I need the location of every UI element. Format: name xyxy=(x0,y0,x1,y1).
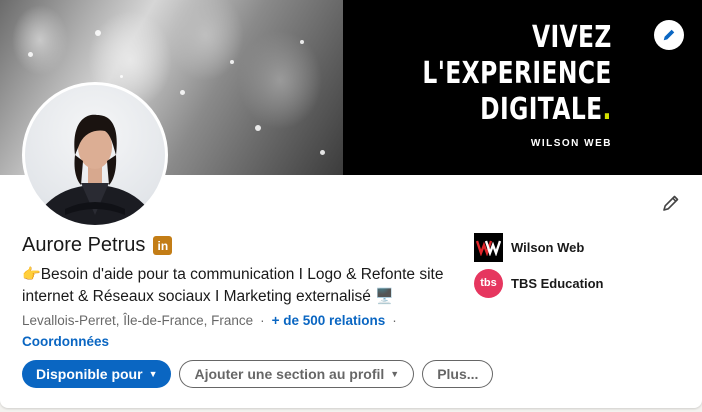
banner-brand: WILSON WEB xyxy=(530,138,612,149)
org-item-tbs-education[interactable]: tbs TBS Education xyxy=(474,268,603,298)
banner-line-2: L'EXPERIENCE xyxy=(422,56,612,91)
more-button[interactable]: Plus... xyxy=(422,360,494,388)
org-item-wilson-web[interactable]: Wilson Web xyxy=(474,232,603,262)
profile-card: VIVEZ L'EXPERIENCE DIGITALE. WILSON WEB xyxy=(0,0,702,408)
banner-line-3: DIGITALE xyxy=(480,92,603,127)
org-name: TBS Education xyxy=(511,275,604,291)
separator-dot: · xyxy=(260,313,265,328)
profile-headline: 👉Besoin d'aide pour ta communication I L… xyxy=(22,264,462,308)
name-row: Aurore Petrus in xyxy=(22,234,173,257)
location-row: Levallois-Perret, Île-de-France, France ·… xyxy=(22,313,404,328)
banner-dot: . xyxy=(602,92,612,127)
edit-intro-button[interactable] xyxy=(658,190,684,216)
tbs-logo-icon: tbs xyxy=(474,268,503,298)
contact-info-link[interactable]: Coordonnées xyxy=(22,334,109,349)
caret-down-icon: ▼ xyxy=(390,369,400,379)
open-to-label: Disponible pour xyxy=(36,366,143,382)
add-section-label: Ajouter une section au profil xyxy=(194,366,385,382)
wilson-web-logo-icon xyxy=(474,232,503,262)
add-section-button[interactable]: Ajouter une section au profil ▼ xyxy=(179,360,415,388)
computer-emoji: 🖥️ xyxy=(375,288,394,305)
edit-banner-button[interactable] xyxy=(654,20,684,50)
avatar-portrait xyxy=(34,114,156,225)
pointing-hand-emoji: 👉 xyxy=(22,266,41,283)
separator-dot: · xyxy=(392,313,397,328)
premium-badge-icon[interactable]: in xyxy=(153,236,173,255)
profile-location: Levallois-Perret, Île-de-France, France xyxy=(22,313,254,328)
profile-photo[interactable] xyxy=(22,82,168,228)
pencil-icon xyxy=(663,29,675,41)
org-name: Wilson Web xyxy=(511,239,585,255)
relations-link[interactable]: + de 500 relations xyxy=(272,313,386,328)
more-label: Plus... xyxy=(437,366,479,382)
profile-name: Aurore Petrus xyxy=(22,234,146,256)
organizations-list: Wilson Web tbs TBS Education xyxy=(474,232,603,304)
banner-slogan: VIVEZ L'EXPERIENCE DIGITALE. xyxy=(369,20,612,128)
action-buttons: Disponible pour ▼ Ajouter une section au… xyxy=(22,360,494,388)
open-to-button[interactable]: Disponible pour ▼ xyxy=(22,360,172,388)
pencil-icon xyxy=(663,195,679,211)
banner-line-1: VIVEZ xyxy=(532,20,612,55)
caret-down-icon: ▼ xyxy=(148,369,158,379)
